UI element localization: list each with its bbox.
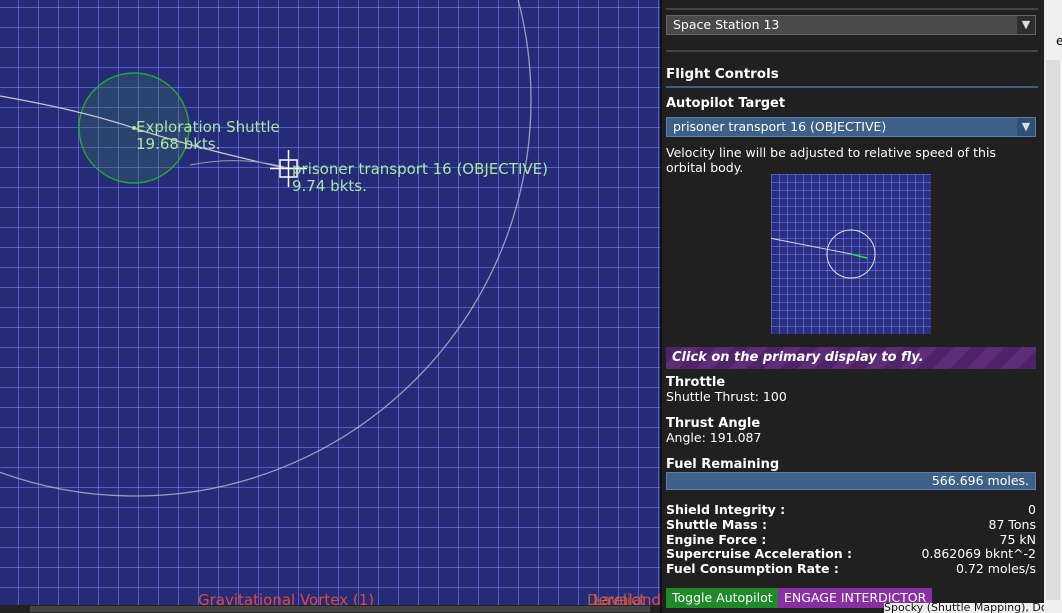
transport-label: prisoner transport 16 (OBJECTIVE) 9.74 b… (292, 161, 548, 195)
shuttle-speed: 19.68 bkts. (136, 135, 221, 153)
stat-row: Shuttle Mass : 87 Tons (666, 517, 1036, 532)
shuttle-label: Exploration Shuttle 19.68 bkts. (136, 119, 280, 153)
edge-bottom-text: Spocky (Shuttle Mapping), Doc (884, 603, 1044, 613)
stat-label: Supercruise Acceleration : (666, 546, 852, 561)
stat-row: Fuel Consumption Rate : 0.72 moles/s (666, 561, 1036, 576)
fuel-bar: 566.696 moles. (666, 472, 1036, 490)
autopilot-target-select[interactable]: prisoner transport 16 (OBJECTIVE) ▼ (666, 117, 1036, 137)
map-overlay (0, 0, 532, 497)
derelict-label[interactable]: Derelict (587, 591, 645, 605)
stat-value: 75 kN (999, 532, 1036, 547)
transport-name: prisoner transport 16 (OBJECTIVE) (292, 160, 548, 178)
transport-trajectory (189, 160, 290, 169)
toggle-autopilot-button[interactable]: Toggle Autopilot (666, 588, 779, 608)
chevron-down-icon: ▼ (1017, 118, 1035, 136)
top-divider (666, 8, 1038, 10)
stat-row: Supercruise Acceleration : 0.862069 bknt… (666, 546, 1036, 561)
transport-speed: 9.74 bkts. (292, 177, 367, 195)
flight-controls-title: Flight Controls (666, 66, 779, 82)
flight-panel: Space Station 13 ▼ Flight Controls Autop… (662, 0, 1044, 613)
gravity-well-orbit (0, 0, 532, 497)
throttle-label: Throttle (666, 375, 726, 390)
stat-label: Engine Force : (666, 532, 767, 547)
stat-value: 87 Tons (988, 517, 1036, 532)
velocity-note: Velocity line will be adjusted to relati… (666, 145, 996, 175)
stat-value: 0 (1028, 502, 1036, 517)
fly-notice: Click on the primary display to fly. (666, 347, 1036, 369)
stat-label: Shuttle Mass : (666, 517, 767, 532)
orbital-map[interactable]: Exploration Shuttle 19.68 bkts. prisoner… (0, 0, 660, 605)
radar-overlay (748, 229, 876, 279)
title-underline (666, 86, 1038, 88)
stat-row: Shield Integrity : 0 (666, 502, 1036, 517)
edge-scrollbar[interactable] (1046, 60, 1060, 600)
fuel-label: Fuel Remaining (666, 457, 780, 472)
autopilot-target-label: Autopilot Target (666, 96, 786, 111)
radar-display[interactable] (748, 174, 931, 334)
section-divider (666, 50, 1038, 52)
edge-top-char: e (1056, 34, 1062, 48)
shuttle-name: Exploration Shuttle (136, 118, 280, 136)
stat-label: Shield Integrity : (666, 502, 786, 517)
station-select-value: Space Station 13 (673, 17, 780, 32)
stat-label: Fuel Consumption Rate : (666, 561, 839, 576)
autopilot-target-value: prisoner transport 16 (OBJECTIVE) (673, 119, 887, 134)
scrollbar-thumb[interactable] (30, 606, 650, 612)
stat-value: 0.862069 bknt^-2 (921, 546, 1036, 561)
thrust-angle-value: Angle: 191.087 (666, 430, 762, 445)
throttle-value: Shuttle Thrust: 100 (666, 389, 787, 404)
station-select[interactable]: Space Station 13 ▼ (666, 15, 1036, 35)
chevron-down-icon: ▼ (1017, 16, 1035, 34)
stat-row: Engine Force : 75 kN (666, 532, 1036, 547)
background-window-edge: e (1044, 0, 1062, 613)
vortex-label[interactable]: Gravitational Vortex (1) (198, 591, 374, 605)
stat-value: 0.72 moles/s (955, 561, 1036, 576)
thrust-angle-label: Thrust Angle (666, 416, 761, 431)
